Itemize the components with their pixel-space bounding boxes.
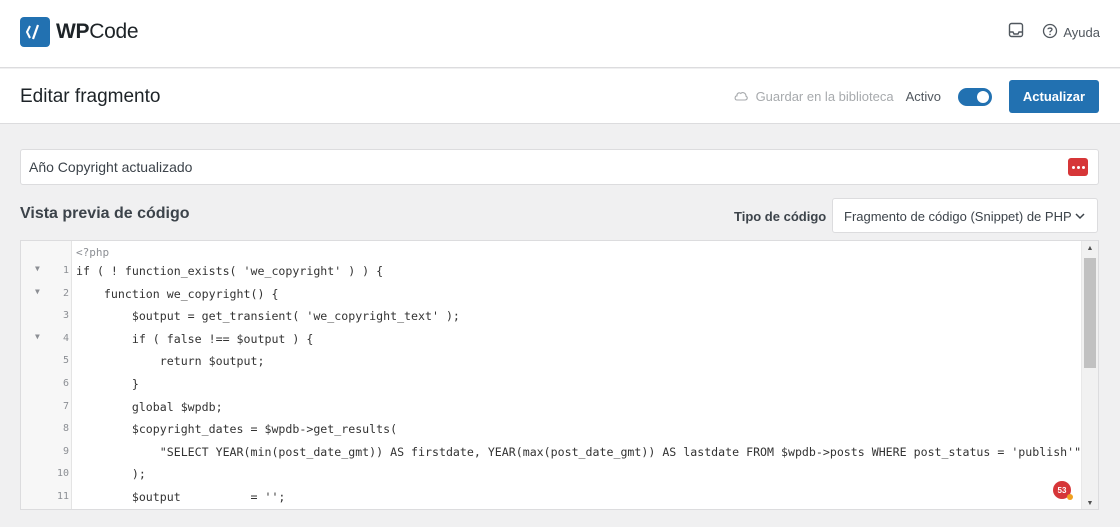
- code-area[interactable]: <?php if ( ! function_exists( 'we_copyri…: [76, 245, 1082, 509]
- line-number: 8: [21, 418, 72, 441]
- line-number: 6: [21, 373, 72, 396]
- fold-arrow-icon[interactable]: ▼: [35, 287, 40, 296]
- code-type-value: Fragmento de código (Snippet) de PHP: [844, 209, 1072, 224]
- line-number-text: 3: [62, 310, 69, 322]
- code-editor[interactable]: ▼ 1 ▼ 2 3 ▼ 4 5 6 7 8 9 10 11 <?php if ( ! function_e…: [20, 240, 1099, 510]
- code-preview-heading: Vista previa de código: [20, 205, 190, 222]
- vertical-scrollbar[interactable]: ▲ ▼: [1081, 241, 1098, 509]
- title-bar: Editar fragmento Guardar en la bibliotec…: [0, 69, 1120, 124]
- php-open-tag: <?php: [76, 246, 110, 259]
- active-label: Activo: [905, 89, 941, 104]
- cloud-icon: [733, 89, 749, 104]
- code-line: $copyright_dates = $wpdb->get_results(: [76, 422, 398, 437]
- code-line: global $wpdb;: [76, 399, 223, 414]
- code-type-select[interactable]: Fragmento de código (Snippet) de PHP: [832, 198, 1098, 233]
- help-icon: [1042, 23, 1058, 42]
- line-number-text: 8: [62, 423, 69, 435]
- line-number: 10: [21, 463, 72, 486]
- code-line: $output = get_transient( 'we_copyright_t…: [76, 309, 460, 324]
- line-number: 7: [21, 396, 72, 419]
- scroll-up-arrow-icon[interactable]: ▲: [1082, 241, 1098, 256]
- page-title: Editar fragmento: [20, 86, 161, 107]
- top-bar: WPCode Ayuda: [0, 0, 1120, 68]
- chevron-down-icon: [1075, 209, 1085, 224]
- code-type-label: Tipo de código: [734, 209, 827, 224]
- fold-arrow-icon[interactable]: ▼: [35, 264, 40, 273]
- line-number: ▼ 4: [21, 328, 72, 351]
- logo-text: WPCode: [56, 20, 139, 43]
- line-number-text: 6: [62, 378, 69, 389]
- line-number: 11: [21, 486, 72, 509]
- line-number-text: 4: [62, 332, 69, 344]
- line-number-text: 11: [56, 491, 69, 502]
- code-line: if ( false !== $output ) {: [76, 331, 314, 346]
- line-number: ▼ 1: [21, 260, 72, 283]
- line-number: 9: [21, 441, 72, 464]
- line-number-text: 7: [62, 400, 69, 412]
- code-line: function we_copyright() {: [76, 286, 279, 301]
- scroll-down-arrow-icon[interactable]: ▼: [1082, 496, 1098, 509]
- help-link[interactable]: Ayuda: [1042, 23, 1100, 42]
- issue-count-badge[interactable]: 53: [1053, 481, 1073, 500]
- snippet-title-input[interactable]: [21, 150, 1041, 184]
- code-line: );: [76, 467, 146, 482]
- line-number-gutter: ▼ 1 ▼ 2 3 ▼ 4 5 6 7 8 9 10 11: [21, 241, 72, 509]
- wpcode-logo-icon: [20, 17, 50, 47]
- fold-arrow-icon[interactable]: ▼: [35, 332, 40, 341]
- code-line: $output = '';: [76, 489, 286, 504]
- code-line: "SELECT YEAR(min(post_date_gmt)) AS firs…: [76, 444, 1082, 459]
- help-label: Ayuda: [1063, 25, 1100, 40]
- code-line: return $output;: [76, 354, 265, 369]
- active-toggle[interactable]: [958, 87, 992, 106]
- update-button[interactable]: Actualizar: [1009, 80, 1099, 113]
- snippet-title-field: [20, 149, 1099, 185]
- line-number-text: 5: [62, 355, 69, 367]
- toggle-knob: [977, 90, 989, 103]
- line-number-text: 1: [62, 265, 69, 276]
- save-to-library-label: Guardar en la biblioteca: [755, 89, 894, 104]
- line-number-text: 10: [56, 468, 69, 480]
- line-number: 3: [21, 305, 72, 328]
- wpcode-logo[interactable]: WPCode: [20, 17, 139, 47]
- scrollbar-thumb[interactable]: [1084, 258, 1096, 368]
- line-number: 5: [21, 350, 72, 373]
- line-number-text: 2: [62, 287, 69, 299]
- more-options-button[interactable]: [1068, 158, 1088, 176]
- code-line: if ( ! function_exists( 'we_copyright' )…: [76, 264, 384, 278]
- line-number: ▼ 2: [21, 283, 72, 306]
- inbox-icon[interactable]: [1008, 22, 1024, 43]
- code-line: }: [76, 376, 139, 391]
- save-to-library-button[interactable]: Guardar en la biblioteca: [733, 89, 894, 104]
- line-number-text: 9: [62, 445, 69, 457]
